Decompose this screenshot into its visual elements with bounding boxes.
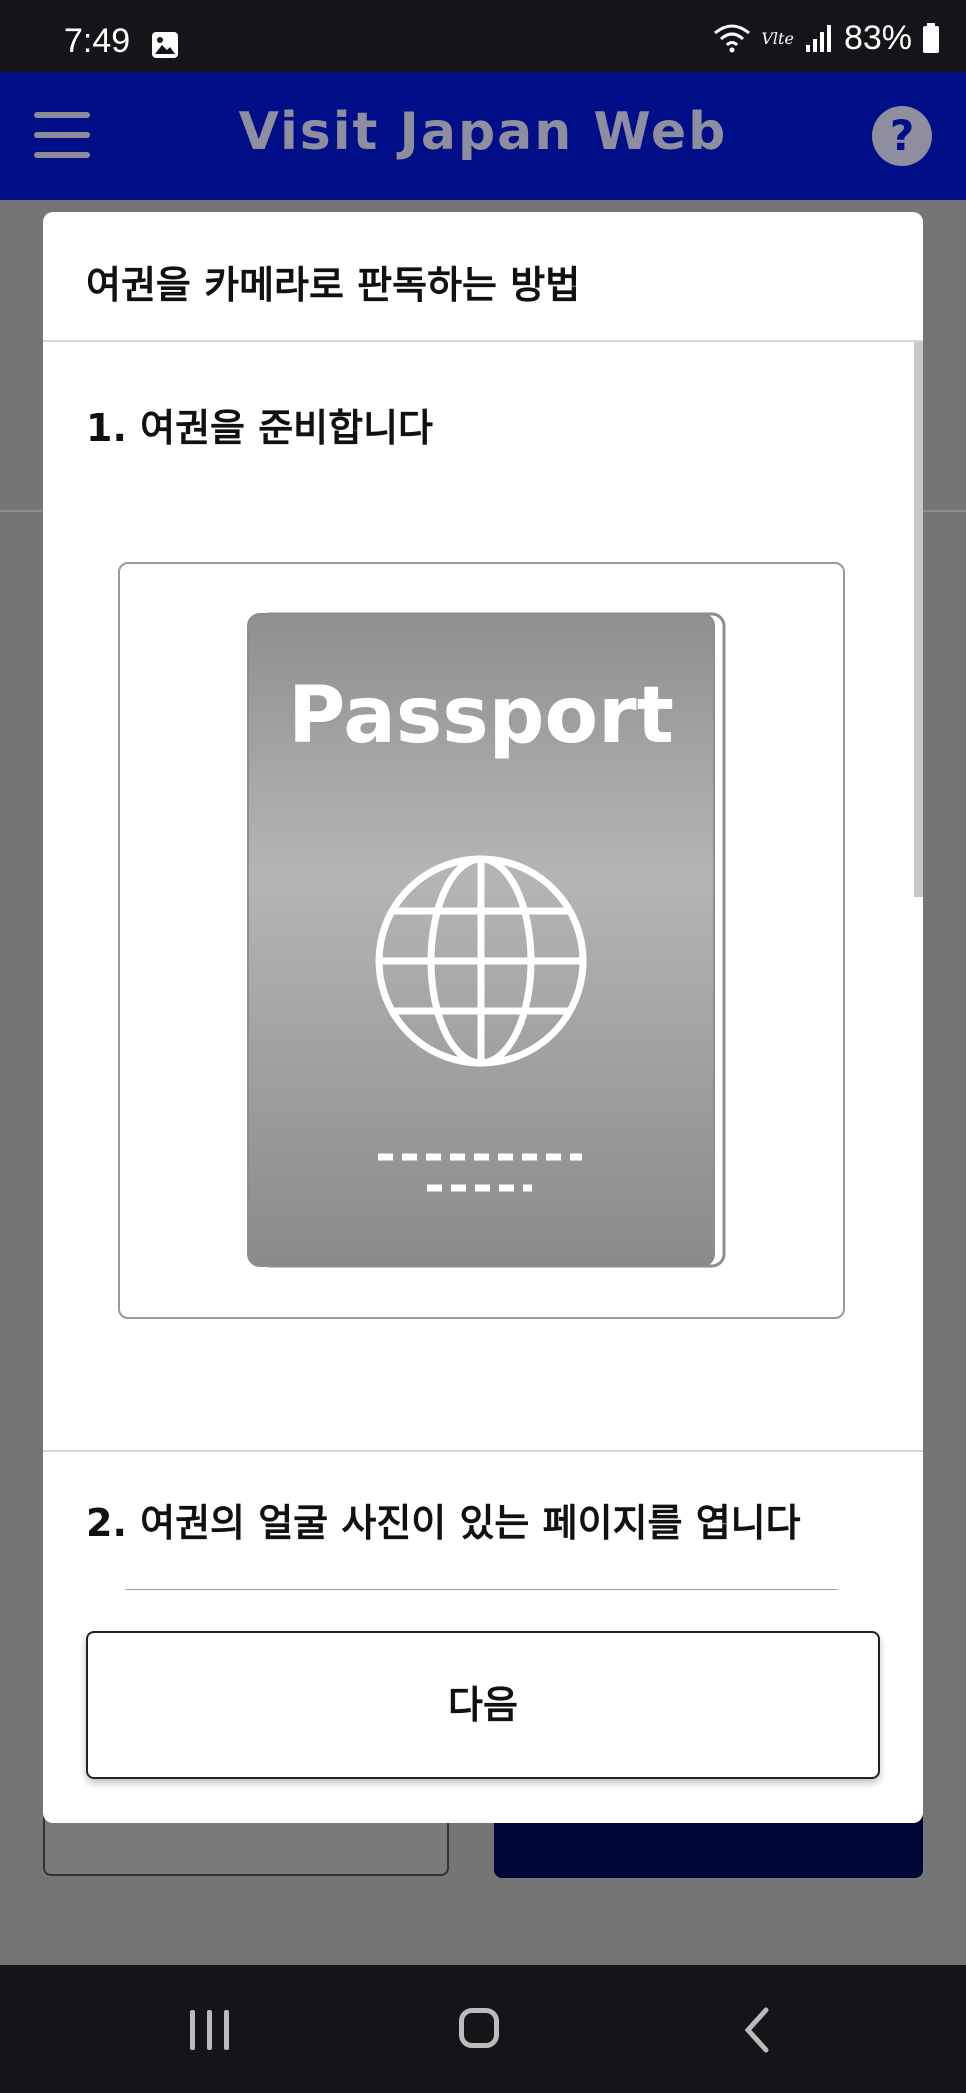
step-2-illustration xyxy=(118,1589,845,1590)
signal-icon xyxy=(805,25,831,52)
recent-apps-icon[interactable] xyxy=(190,2010,230,2050)
help-icon[interactable]: ? xyxy=(872,106,932,166)
step-1-title: 1. 여권을 준비합니다 xyxy=(86,406,434,450)
passport-cover-text: Passport xyxy=(288,671,674,761)
battery-icon xyxy=(923,23,939,53)
status-icons: Vlte 83% xyxy=(713,18,940,58)
gallery-icon xyxy=(152,32,178,58)
back-icon[interactable] xyxy=(738,2005,778,2055)
step-2-title: 2. 여권의 얼굴 사진이 있는 페이지를 엽니다 xyxy=(86,1501,801,1545)
step-divider xyxy=(43,1450,923,1452)
app-bar: Visit Japan Web ? xyxy=(0,72,966,200)
dialog-scrollbar[interactable] xyxy=(914,342,923,897)
status-time: 7:49 xyxy=(64,22,131,60)
dialog-title: 여권을 카메라로 판독하는 방법 xyxy=(86,263,581,307)
dialog-scroll-content[interactable]: 1. 여권을 준비합니다 Passport 2. 여권의 얼굴 사진이 있는 페… xyxy=(43,342,923,1590)
volte-indicator: Vlte xyxy=(761,28,794,48)
passport-cover-image: Passport xyxy=(247,612,726,1268)
app-title: Visit Japan Web xyxy=(238,102,728,162)
status-bar: 7:49 Vlte 83% xyxy=(0,0,966,72)
battery-percent: 83% xyxy=(843,18,912,57)
globe-icon xyxy=(375,855,587,1067)
step-1-illustration: Passport xyxy=(118,562,845,1319)
next-button[interactable]: 다음 xyxy=(86,1631,880,1779)
home-icon[interactable] xyxy=(459,2008,499,2048)
wifi-icon xyxy=(714,24,751,53)
passport-scan-guide-dialog: 여권을 카메라로 판독하는 방법 1. 여권을 준비합니다 Passport 2… xyxy=(43,212,923,1823)
